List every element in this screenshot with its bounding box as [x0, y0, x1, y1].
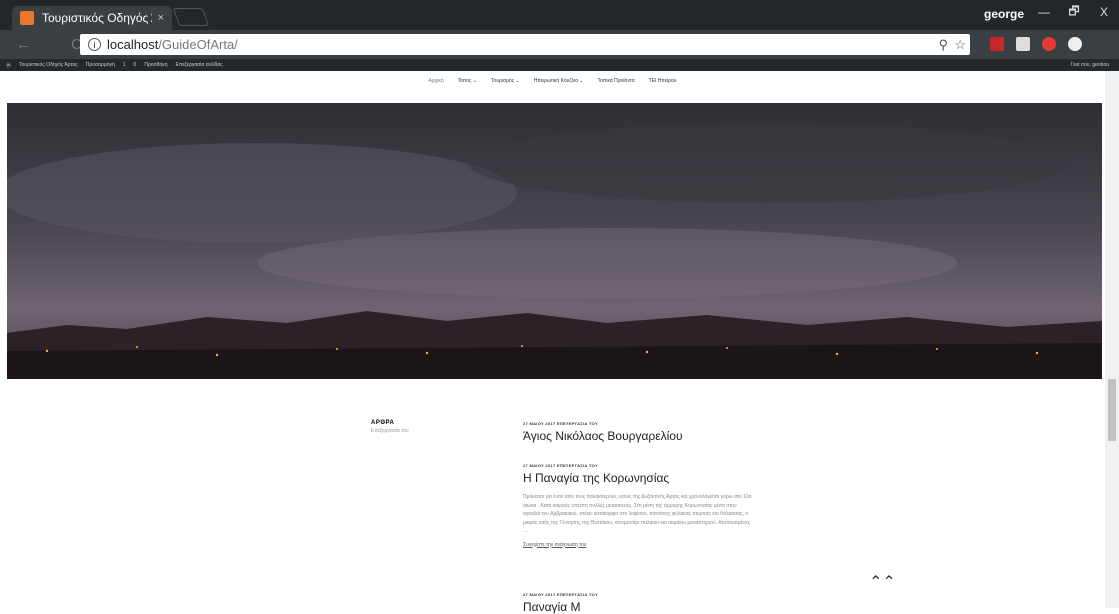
- drive-icon[interactable]: [1068, 37, 1082, 51]
- admin-customize[interactable]: Προσαρμογή: [86, 62, 115, 68]
- post-meta: 27 ΜΑΙΟΥ 2017 ΕΠΕΞΕΡΓΑΣΙΑ ΤΟΥ: [523, 421, 598, 426]
- admin-updates[interactable]: 1: [123, 62, 126, 68]
- window-controls: — 🗗 X: [1029, 0, 1119, 24]
- maximize-button[interactable]: 🗗: [1059, 0, 1089, 24]
- minimize-button[interactable]: —: [1029, 0, 1059, 24]
- post-excerpt: Πρόκειται για έναν από τους παλαιότερους…: [523, 494, 752, 534]
- wp-admin-bar: Ⓦ Τουριστικός Οδηγός Άρτας Προσαρμογή 1 …: [0, 59, 1119, 71]
- extension-s-icon[interactable]: [1016, 37, 1030, 51]
- read-more-link[interactable]: Συνεχίστε την ανάγνωση του: [523, 542, 753, 548]
- tab-title: Τουριστικός Οδηγός Άρ: [42, 11, 152, 25]
- url-host: localhost: [107, 37, 159, 52]
- post-title[interactable]: Η Παναγία της Κορωνησίας: [523, 471, 753, 485]
- browser-toolbar: ← C i localhost /GuideOfArta/ ⚲ ☆: [0, 30, 1119, 59]
- browser-titlebar: Τουριστικός Οδηγός Άρ × george — 🗗 X: [0, 0, 1119, 30]
- menu-item-products[interactable]: Τοπικά Προϊόντα: [598, 78, 635, 84]
- profile-name[interactable]: george: [984, 7, 1024, 21]
- menu-item-cuisine[interactable]: Ηπειρωτική Κουζίνα ⌄: [534, 78, 584, 84]
- menu-item-tourism[interactable]: Τουρισμός ⌄: [491, 78, 520, 84]
- post-title[interactable]: Παναγία Μ: [523, 600, 753, 614]
- url-path: /GuideOfArta/: [158, 37, 238, 52]
- zoom-icon[interactable]: ⚲: [938, 37, 948, 53]
- scrollbar-thumb[interactable]: [1108, 379, 1116, 441]
- tab-close-icon[interactable]: ×: [158, 12, 164, 24]
- hero-image: [7, 103, 1102, 379]
- scroll-to-top-icon[interactable]: ⌃⌃: [869, 572, 896, 592]
- info-icon[interactable]: i: [88, 38, 101, 51]
- menu-item-place[interactable]: Τόπος ⌄: [458, 78, 477, 84]
- site-favicon-icon: [20, 11, 34, 25]
- sidebar-subtitle[interactable]: Επεξεργασία του: [371, 428, 409, 434]
- post-title[interactable]: Άγιος Νικόλαος Βουργαρελίου: [523, 429, 753, 443]
- admin-new[interactable]: Προσθήκη: [144, 62, 167, 68]
- wp-logo-icon[interactable]: Ⓦ: [6, 62, 11, 69]
- bookmark-star-icon[interactable]: ☆: [954, 37, 966, 53]
- page-scrollbar[interactable]: [1105, 71, 1119, 608]
- post-meta: 27 ΜΑΙΟΥ 2017 ΕΠΕΞΕΡΓΑΣΙΑ ΤΟΥ: [523, 463, 598, 468]
- post-item: 27 ΜΑΙΟΥ 2017 ΕΠΕΞΕΡΓΑΣΙΑ ΤΟΥ Η Παναγία …: [523, 463, 753, 548]
- main-menu: Αρχική Τόπος ⌄ Τουρισμός ⌄ Ηπειρωτική Κο…: [0, 78, 1105, 84]
- admin-greeting[interactable]: Γεια σου, geobou: [1071, 62, 1109, 68]
- post-item: 27 ΜΑΙΟΥ 2017 ΕΠΕΞΕΡΓΑΣΙΑ ΤΟΥ Παναγία Μ: [523, 592, 753, 614]
- new-tab-button[interactable]: [172, 8, 210, 26]
- address-bar[interactable]: i localhost /GuideOfArta/ ⚲ ☆: [80, 34, 970, 55]
- post-meta: 27 ΜΑΙΟΥ 2017 ΕΠΕΞΕΡΓΑΣΙΑ ΤΟΥ: [523, 592, 598, 597]
- back-button[interactable]: ←: [16, 36, 31, 53]
- cloudy-city-image: [7, 103, 1102, 379]
- browser-tab[interactable]: Τουριστικός Οδηγός Άρ ×: [12, 6, 172, 30]
- menu-item-tei[interactable]: ΤΕΙ Ηπείρου: [649, 78, 677, 84]
- admin-site-name[interactable]: Τουριστικός Οδηγός Άρτας: [19, 62, 78, 68]
- admin-edit-page[interactable]: Επεξεργασία σελίδας: [176, 62, 223, 68]
- admin-comments[interactable]: 0: [134, 62, 137, 68]
- extension-icon-1[interactable]: [990, 37, 1004, 51]
- post-item: 27 ΜΑΙΟΥ 2017 ΕΠΕΞΕΡΓΑΣΙΑ ΤΟΥ Άγιος Νικό…: [523, 421, 753, 443]
- menu-item-home[interactable]: Αρχική: [428, 78, 443, 84]
- sidebar-heading: ΑΡΘΡΑ: [371, 420, 395, 426]
- close-window-button[interactable]: X: [1089, 0, 1119, 24]
- opera-icon[interactable]: [1042, 37, 1056, 51]
